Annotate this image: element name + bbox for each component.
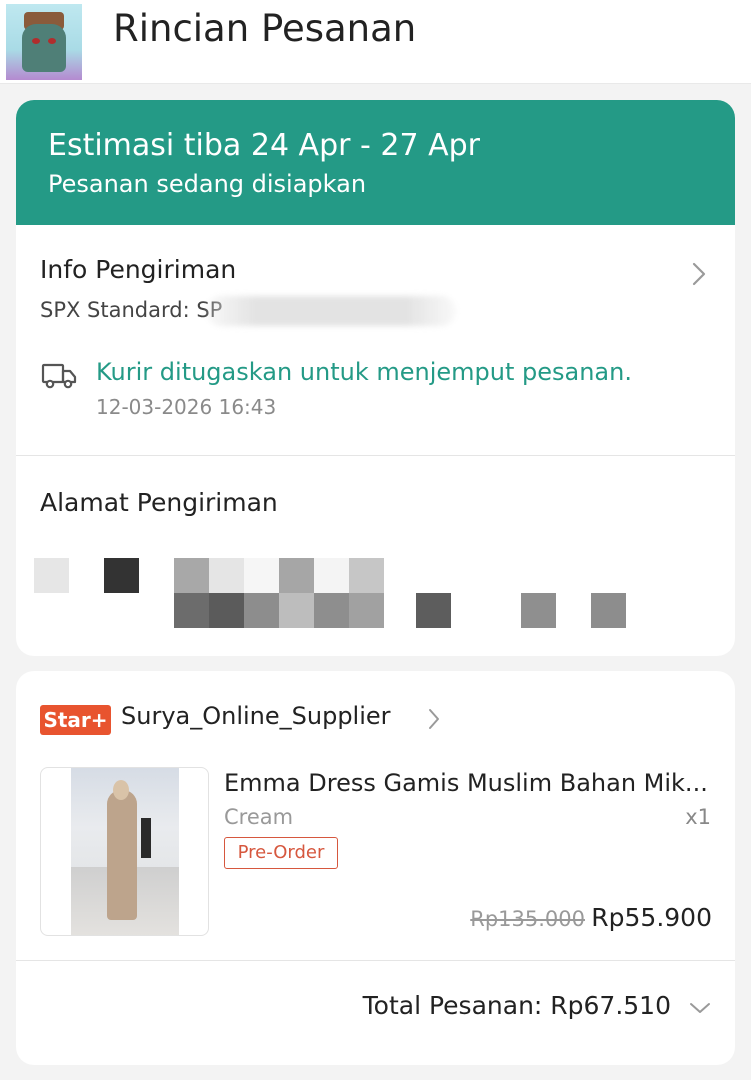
divider [16, 960, 735, 961]
status-banner: Estimasi tiba 24 Apr - 27 Apr Pesanan se… [16, 100, 735, 225]
product-variant: Cream [224, 805, 294, 829]
address-redacted-block [521, 593, 556, 628]
avatar-face-icon [22, 24, 66, 72]
shipping-address-title: Alamat Pengiriman [40, 488, 278, 517]
address-redacted-block [174, 593, 209, 628]
order-item-card: Star+ Surya_Online_Supplier Emma Dress G… [16, 671, 735, 1065]
chevron-right-icon [429, 709, 439, 729]
photo-background-person [141, 818, 151, 858]
address-redacted-block [591, 593, 626, 628]
address-redacted-block [244, 558, 279, 593]
chevron-down-icon [690, 1003, 710, 1013]
address-redacted-block [349, 593, 384, 628]
profile-avatar[interactable] [6, 4, 82, 80]
shipping-service: SPX Standard: SP [40, 298, 223, 322]
star-plus-badge: Star+ [40, 705, 111, 735]
tracking-number-redacted [206, 296, 456, 326]
product-name: Emma Dress Gamis Muslim Bahan Mik... [224, 769, 708, 797]
photo-model [107, 790, 137, 920]
shipping-info-title: Info Pengiriman [40, 255, 237, 284]
address-redacted-block [349, 558, 384, 593]
divider [16, 455, 735, 456]
product-quantity: x1 [685, 805, 711, 829]
original-price: Rp135.000 [470, 907, 585, 931]
truck-icon [41, 363, 77, 389]
product-thumbnail [40, 767, 209, 936]
avatar-eye-icon [32, 38, 40, 44]
address-redacted-block [174, 558, 209, 593]
address-redacted-block [314, 558, 349, 593]
order-total: Total Pesanan: Rp67.510 [362, 991, 671, 1020]
address-redacted-block [209, 558, 244, 593]
address-redacted-block [104, 558, 139, 593]
shop-name: Surya_Online_Supplier [121, 702, 391, 730]
eta-text: Estimasi tiba 24 Apr - 27 Apr [48, 128, 480, 163]
courier-status-time: 12-03-2026 16:43 [96, 395, 277, 419]
product-photo [71, 768, 179, 935]
app-header: Rincian Pesanan [0, 0, 751, 84]
status-subtitle: Pesanan sedang disiapkan [48, 170, 367, 198]
address-redacted-block [279, 593, 314, 628]
address-redacted-block [244, 593, 279, 628]
chevron-right-icon [692, 262, 706, 286]
preorder-badge: Pre-Order [224, 837, 338, 869]
avatar-eye-icon [48, 38, 56, 44]
address-redacted-block [279, 558, 314, 593]
address-redacted-block [416, 593, 451, 628]
address-redacted-block [314, 593, 349, 628]
order-status-card: Estimasi tiba 24 Apr - 27 Apr Pesanan se… [16, 100, 735, 656]
address-redacted-block [209, 593, 244, 628]
courier-status-message: Kurir ditugaskan untuk menjemput pesanan… [96, 358, 632, 386]
page-title: Rincian Pesanan [113, 7, 417, 50]
photo-model-head [113, 780, 129, 800]
discounted-price: Rp55.900 [591, 903, 712, 932]
address-redacted-block [34, 558, 69, 593]
